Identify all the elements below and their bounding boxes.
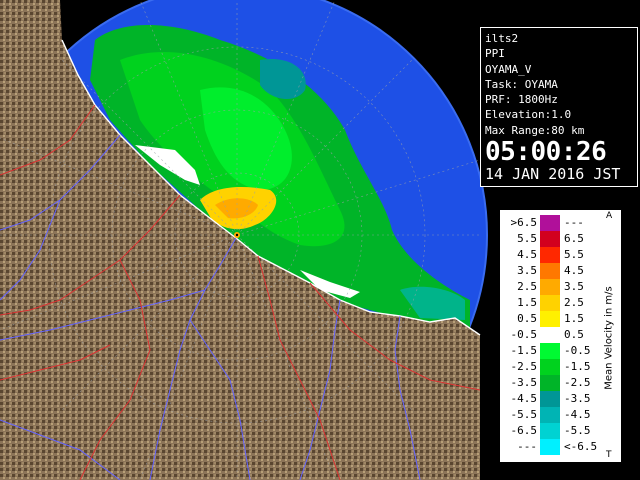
legend-lower-bound: 3.5 <box>517 264 537 277</box>
legend-upper-bound: 6.5 <box>564 232 584 245</box>
info-max-range: Max Range:80 km <box>485 123 585 137</box>
legend-lower-bound: 4.5 <box>517 248 537 261</box>
legend-row: -1.5 -0.5 <box>500 343 600 359</box>
legend-color-swatch <box>540 359 560 375</box>
legend-color-swatch <box>540 423 560 439</box>
legend-upper-bound: <-6.5 <box>564 440 598 453</box>
legend-color-swatch <box>540 375 560 391</box>
legend-row: 4.5 5.5 <box>500 247 600 263</box>
legend-row: -4.5 -3.5 <box>500 391 600 407</box>
legend-row: -0.5 0.5 <box>500 327 600 343</box>
legend-bottom-marker: T <box>606 450 612 460</box>
legend-color-swatch <box>540 439 560 455</box>
legend-row: -2.5 -1.5 <box>500 359 600 375</box>
legend-upper-bound: 2.5 <box>564 296 584 309</box>
legend-row: -3.5 -2.5 <box>500 375 600 391</box>
legend-upper-bound: -1.5 <box>564 360 591 373</box>
legend-lower-bound: -4.5 <box>510 392 538 405</box>
legend-lower-bound: -0.5 <box>510 328 538 341</box>
legend-upper-bound: --- <box>564 216 584 229</box>
legend-lower-bound: 2.5 <box>517 280 537 293</box>
info-scan-type: PPI <box>485 47 505 61</box>
legend-row: -5.5 -4.5 <box>500 407 600 423</box>
legend-row: >6.5 --- <box>500 215 600 231</box>
info-task: Task: OYAMA <box>485 77 558 91</box>
info-time: 05:00:26 <box>485 137 607 168</box>
legend-lower-bound: >6.5 <box>510 216 538 229</box>
info-date: 14 JAN 2016 JST <box>485 165 621 184</box>
legend-upper-bound: 4.5 <box>564 264 584 277</box>
velocity-legend: >6.5 --- 5.5 6.5 4.5 5.5 3.5 4.5 2.5 3.5 1.5 2.5 0.5… <box>499 209 622 463</box>
legend-color-swatch <box>540 215 560 231</box>
legend-color-swatch <box>540 247 560 263</box>
legend-upper-bound: 3.5 <box>564 280 584 293</box>
radar-site-marker <box>234 232 240 238</box>
legend-unit-label: Mean Velocity in m/s <box>598 218 620 458</box>
legend-lower-bound: 5.5 <box>517 232 537 245</box>
legend-upper-bound: -4.5 <box>564 408 591 421</box>
legend-upper-bound: -5.5 <box>564 424 591 437</box>
legend-color-swatch <box>540 407 560 423</box>
legend-color-swatch <box>540 279 560 295</box>
legend-unit-text: Mean Velocity in m/s <box>603 286 615 390</box>
legend-color-swatch <box>540 327 560 343</box>
info-elevation: Elevation:1.0 <box>485 108 572 122</box>
legend-upper-bound: 0.5 <box>564 328 584 341</box>
legend-color-swatch <box>540 295 560 311</box>
legend-color-swatch <box>540 231 560 247</box>
legend-color-swatch <box>540 343 560 359</box>
legend-upper-bound: 5.5 <box>564 248 584 261</box>
legend-row: 3.5 4.5 <box>500 263 600 279</box>
info-panel: ilts2 PPI OYAMA_V Task: OYAMA PRF: 1800H… <box>480 27 638 187</box>
legend-color-swatch <box>540 263 560 279</box>
legend-lower-bound: -2.5 <box>510 360 538 373</box>
legend-row: 1.5 2.5 <box>500 295 600 311</box>
legend-color-swatch <box>540 311 560 327</box>
legend-color-swatch <box>540 391 560 407</box>
legend-upper-bound: 1.5 <box>564 312 584 325</box>
legend-row: --- <-6.5 <box>500 439 600 455</box>
legend-lower-bound: -5.5 <box>510 408 538 421</box>
legend-upper-bound: -0.5 <box>564 344 591 357</box>
legend-lower-bound: --- <box>517 440 537 453</box>
legend-row: 2.5 3.5 <box>500 279 600 295</box>
info-site-id: ilts2 <box>485 32 519 45</box>
legend-upper-bound: -3.5 <box>564 392 591 405</box>
legend-upper-bound: -2.5 <box>564 376 591 389</box>
info-prf: PRF: 1800Hz <box>485 93 558 107</box>
legend-lower-bound: 1.5 <box>517 296 537 309</box>
info-product: OYAMA_V <box>485 62 532 76</box>
legend-lower-bound: -6.5 <box>510 424 538 437</box>
legend-row: -6.5 -5.5 <box>500 423 600 439</box>
legend-lower-bound: 0.5 <box>517 312 537 325</box>
legend-lower-bound: -1.5 <box>510 344 538 357</box>
legend-lower-bound: -3.5 <box>510 376 538 389</box>
legend-row: 5.5 6.5 <box>500 231 600 247</box>
legend-row: 0.5 1.5 <box>500 311 600 327</box>
